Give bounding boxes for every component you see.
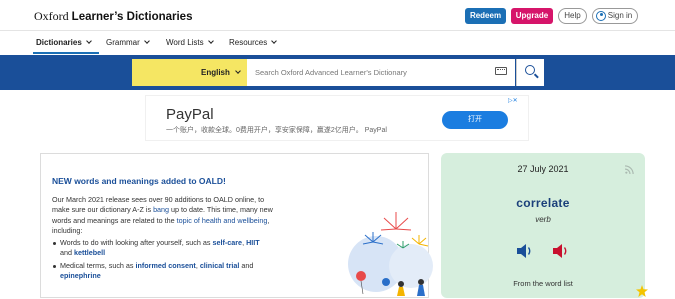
link-clinical-trial[interactable]: clinical trial [200,261,240,270]
news-text: and [60,248,74,258]
news-list: Words to do with looking after yourself,… [52,238,282,281]
search-band: English Search Oxford Advanced Learner's… [0,55,675,90]
logo-prefix: Oxford [34,9,69,23]
search-button[interactable] [516,59,544,86]
nav-label: Word Lists [166,38,204,47]
news-text: Words to do with looking after yourself,… [60,238,213,248]
site-logo[interactable]: Oxford Learner’s Dictionaries [34,9,192,24]
redeem-button[interactable]: Redeem [465,8,506,24]
list-item: Medical terms, such as informed consent,… [53,260,282,282]
nav-label: Resources [229,38,268,47]
search-input[interactable]: Search Oxford Advanced Learner's Diction… [247,59,515,86]
nav-label: Dictionaries [36,38,82,47]
news-panel: NEW words and meanings added to OALD! Ou… [40,153,433,298]
language-select[interactable]: English [132,59,247,86]
news-text: Medical terms, such as [60,260,136,270]
advertisement[interactable]: PayPal 一个账户，收款全球。0费用开户，享安家保障，赢遂2亿用户。 Pay… [145,95,529,141]
link-bang[interactable]: bang [153,205,169,214]
nav-item-resources[interactable]: Resources [229,38,278,47]
top-bar: Oxford Learner’s Dictionaries Redeem Upg… [0,0,675,30]
nav-label: Grammar [106,38,140,47]
upgrade-button[interactable]: Upgrade [511,8,553,24]
active-tab-indicator [33,52,99,54]
chevron-down-icon [143,38,150,44]
news-body: Our March 2021 release sees over 90 addi… [52,195,282,281]
link-epinephrine[interactable]: epinephrine [60,271,101,280]
chevron-down-icon [207,38,214,44]
nav-item-grammar[interactable]: Grammar [106,38,150,47]
wotd-source: From the word list [513,279,573,288]
logo-main: Learner’s Dictionaries [71,11,193,23]
wotd-part-of-speech: verb [535,215,551,224]
search-icon-handle [534,73,539,79]
news-title: NEW words and meanings added to OALD! [52,176,226,186]
sign-in-button[interactable]: Sign in [592,8,638,24]
wotd-word[interactable]: correlate [441,196,645,210]
rss-icon[interactable] [625,165,634,174]
news-text: and [239,260,254,270]
celebration-illustration [348,212,433,296]
main-nav: Dictionaries Grammar Word Lists Resource… [0,30,675,54]
american-audio-icon[interactable] [552,243,570,259]
list-item: Words to do with looking after yourself,… [53,238,282,259]
word-of-the-day: 27 July 2021 correlate verb From the wor… [441,153,645,298]
link-kettlebell[interactable]: kettlebell [74,248,105,257]
link-hiit[interactable]: HIIT [246,238,260,247]
british-audio-icon[interactable] [516,243,534,259]
link-health-topic[interactable]: topic of health and wellbeing [177,216,268,225]
nav-item-dictionaries[interactable]: Dictionaries [36,38,92,47]
ad-choices-icon[interactable]: ▷✕ [508,97,518,104]
star-icon [636,285,648,297]
language-label: English [201,68,230,77]
nav-item-word-lists[interactable]: Word Lists [166,38,214,47]
wotd-date: 27 July 2021 [517,164,569,174]
link-self-care[interactable]: self-care [212,238,242,247]
chevron-down-icon [235,68,241,74]
ad-subtitle: 一个账户，收款全球。0费用开户，享安家保障，赢遂2亿用户。 PayPal [166,127,387,134]
link-informed-consent[interactable]: informed consent [136,261,196,270]
ad-open-button[interactable]: 打开 [442,111,508,129]
user-icon [596,11,606,21]
help-button[interactable]: Help [558,8,587,24]
keyboard-icon[interactable] [495,67,507,75]
ad-title: PayPal [166,106,214,123]
chevron-down-icon [85,38,92,44]
chevron-down-icon [271,38,278,44]
sign-in-label: Sign in [607,11,633,20]
